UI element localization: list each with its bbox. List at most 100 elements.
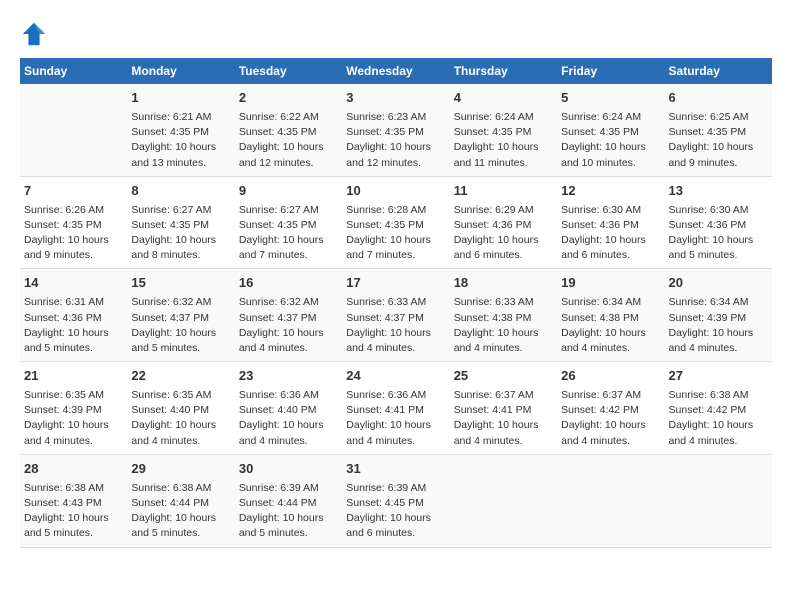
calendar-day-cell: 12 Sunrise: 6:30 AM Sunset: 4:36 PM Dayli… — [557, 176, 664, 269]
calendar-day-cell: 25Sunrise: 6:37 AM Sunset: 4:41 PM Dayli… — [450, 362, 557, 455]
calendar-day-cell: 22 Sunrise: 6:35 AM Sunset: 4:40 PM Dayli… — [127, 362, 234, 455]
weekday-header: Saturday — [665, 58, 772, 84]
day-number: 24 — [346, 367, 445, 386]
calendar-day-cell: 14Sunrise: 6:31 AM Sunset: 4:36 PM Dayli… — [20, 269, 127, 362]
day-info: Sunrise: 6:25 AM Sunset: 4:35 PM Dayligh… — [669, 110, 768, 171]
day-number: 16 — [239, 274, 338, 293]
weekday-header: Thursday — [450, 58, 557, 84]
day-info: Sunrise: 6:32 AM Sunset: 4:37 PM Dayligh… — [131, 295, 230, 356]
day-number: 25 — [454, 367, 553, 386]
calendar-day-cell: 29Sunrise: 6:38 AM Sunset: 4:44 PM Dayli… — [127, 454, 234, 547]
weekday-header: Wednesday — [342, 58, 449, 84]
day-info: Sunrise: 6:33 AM Sunset: 4:37 PM Dayligh… — [346, 295, 445, 356]
calendar-day-cell: 18 Sunrise: 6:33 AM Sunset: 4:38 PM Dayli… — [450, 269, 557, 362]
day-info: Sunrise: 6:39 AM Sunset: 4:44 PM Dayligh… — [239, 481, 338, 542]
calendar-day-cell: 4 Sunrise: 6:24 AM Sunset: 4:35 PM Daylig… — [450, 84, 557, 176]
day-info: Sunrise: 6:28 AM Sunset: 4:35 PM Dayligh… — [346, 203, 445, 264]
calendar-day-cell: 16 Sunrise: 6:32 AM Sunset: 4:37 PM Dayli… — [235, 269, 342, 362]
calendar-day-cell: 19Sunrise: 6:34 AM Sunset: 4:38 PM Dayli… — [557, 269, 664, 362]
weekday-header: Monday — [127, 58, 234, 84]
calendar-day-cell: 10 Sunrise: 6:28 AM Sunset: 4:35 PM Dayli… — [342, 176, 449, 269]
day-info: Sunrise: 6:23 AM Sunset: 4:35 PM Dayligh… — [346, 110, 445, 171]
day-number: 9 — [239, 182, 338, 201]
day-number: 20 — [669, 274, 768, 293]
calendar-day-cell: 7Sunrise: 6:26 AM Sunset: 4:35 PM Daylig… — [20, 176, 127, 269]
day-number: 27 — [669, 367, 768, 386]
day-number: 12 — [561, 182, 660, 201]
day-number: 19 — [561, 274, 660, 293]
day-info: Sunrise: 6:35 AM Sunset: 4:40 PM Dayligh… — [131, 388, 230, 449]
calendar-week-row: 28 Sunrise: 6:38 AM Sunset: 4:43 PM Dayli… — [20, 454, 772, 547]
calendar-week-row: 1 Sunrise: 6:21 AM Sunset: 4:35 PM Daylig… — [20, 84, 772, 176]
day-info: Sunrise: 6:24 AM Sunset: 4:35 PM Dayligh… — [454, 110, 553, 171]
calendar-day-cell: 5 Sunrise: 6:24 AM Sunset: 4:35 PM Daylig… — [557, 84, 664, 176]
day-number: 10 — [346, 182, 445, 201]
day-info: Sunrise: 6:32 AM Sunset: 4:37 PM Dayligh… — [239, 295, 338, 356]
day-info: Sunrise: 6:38 AM Sunset: 4:43 PM Dayligh… — [24, 481, 123, 542]
day-info: Sunrise: 6:37 AM Sunset: 4:42 PM Dayligh… — [561, 388, 660, 449]
day-info: Sunrise: 6:27 AM Sunset: 4:35 PM Dayligh… — [239, 203, 338, 264]
day-number: 1 — [131, 89, 230, 108]
calendar-day-cell: 15 Sunrise: 6:32 AM Sunset: 4:37 PM Dayli… — [127, 269, 234, 362]
day-info: Sunrise: 6:35 AM Sunset: 4:39 PM Dayligh… — [24, 388, 123, 449]
calendar-week-row: 7Sunrise: 6:26 AM Sunset: 4:35 PM Daylig… — [20, 176, 772, 269]
calendar-day-cell — [450, 454, 557, 547]
day-info: Sunrise: 6:33 AM Sunset: 4:38 PM Dayligh… — [454, 295, 553, 356]
calendar-day-cell: 20 Sunrise: 6:34 AM Sunset: 4:39 PM Dayli… — [665, 269, 772, 362]
logo-icon — [20, 20, 48, 48]
calendar-day-cell: 21 Sunrise: 6:35 AM Sunset: 4:39 PM Dayli… — [20, 362, 127, 455]
day-number: 6 — [669, 89, 768, 108]
calendar-day-cell: 26 Sunrise: 6:37 AM Sunset: 4:42 PM Dayli… — [557, 362, 664, 455]
day-info: Sunrise: 6:31 AM Sunset: 4:36 PM Dayligh… — [24, 295, 123, 356]
weekday-header: Tuesday — [235, 58, 342, 84]
day-number: 28 — [24, 460, 123, 479]
calendar-week-row: 14Sunrise: 6:31 AM Sunset: 4:36 PM Dayli… — [20, 269, 772, 362]
day-info: Sunrise: 6:38 AM Sunset: 4:42 PM Dayligh… — [669, 388, 768, 449]
calendar-day-cell: 30 Sunrise: 6:39 AM Sunset: 4:44 PM Dayli… — [235, 454, 342, 547]
calendar-day-cell: 31 Sunrise: 6:39 AM Sunset: 4:45 PM Dayli… — [342, 454, 449, 547]
calendar-day-cell: 23 Sunrise: 6:36 AM Sunset: 4:40 PM Dayli… — [235, 362, 342, 455]
day-info: Sunrise: 6:21 AM Sunset: 4:35 PM Dayligh… — [131, 110, 230, 171]
day-number: 15 — [131, 274, 230, 293]
day-info: Sunrise: 6:29 AM Sunset: 4:36 PM Dayligh… — [454, 203, 553, 264]
calendar-day-cell — [20, 84, 127, 176]
day-info: Sunrise: 6:30 AM Sunset: 4:36 PM Dayligh… — [669, 203, 768, 264]
weekday-header: Sunday — [20, 58, 127, 84]
day-number: 8 — [131, 182, 230, 201]
calendar-day-cell: 2 Sunrise: 6:22 AM Sunset: 4:35 PM Daylig… — [235, 84, 342, 176]
weekday-header: Friday — [557, 58, 664, 84]
day-info: Sunrise: 6:34 AM Sunset: 4:39 PM Dayligh… — [669, 295, 768, 356]
day-number: 18 — [454, 274, 553, 293]
day-number: 31 — [346, 460, 445, 479]
day-number: 23 — [239, 367, 338, 386]
day-number: 5 — [561, 89, 660, 108]
calendar-day-cell — [665, 454, 772, 547]
calendar-table: SundayMondayTuesdayWednesdayThursdayFrid… — [20, 58, 772, 548]
day-number: 21 — [24, 367, 123, 386]
calendar-day-cell: 6 Sunrise: 6:25 AM Sunset: 4:35 PM Daylig… — [665, 84, 772, 176]
day-info: Sunrise: 6:36 AM Sunset: 4:40 PM Dayligh… — [239, 388, 338, 449]
logo — [20, 20, 50, 48]
day-info: Sunrise: 6:39 AM Sunset: 4:45 PM Dayligh… — [346, 481, 445, 542]
calendar-body: 1 Sunrise: 6:21 AM Sunset: 4:35 PM Daylig… — [20, 84, 772, 547]
calendar-day-cell: 17 Sunrise: 6:33 AM Sunset: 4:37 PM Dayli… — [342, 269, 449, 362]
day-info: Sunrise: 6:24 AM Sunset: 4:35 PM Dayligh… — [561, 110, 660, 171]
day-info: Sunrise: 6:22 AM Sunset: 4:35 PM Dayligh… — [239, 110, 338, 171]
day-number: 29 — [131, 460, 230, 479]
calendar-day-cell: 13 Sunrise: 6:30 AM Sunset: 4:36 PM Dayli… — [665, 176, 772, 269]
day-number: 17 — [346, 274, 445, 293]
day-number: 30 — [239, 460, 338, 479]
day-number: 22 — [131, 367, 230, 386]
day-info: Sunrise: 6:30 AM Sunset: 4:36 PM Dayligh… — [561, 203, 660, 264]
day-info: Sunrise: 6:36 AM Sunset: 4:41 PM Dayligh… — [346, 388, 445, 449]
day-number: 3 — [346, 89, 445, 108]
calendar-day-cell: 28 Sunrise: 6:38 AM Sunset: 4:43 PM Dayli… — [20, 454, 127, 547]
calendar-day-cell: 9 Sunrise: 6:27 AM Sunset: 4:35 PM Daylig… — [235, 176, 342, 269]
day-number: 7 — [24, 182, 123, 201]
day-number: 4 — [454, 89, 553, 108]
day-number: 13 — [669, 182, 768, 201]
day-number: 26 — [561, 367, 660, 386]
calendar-day-cell — [557, 454, 664, 547]
day-number: 2 — [239, 89, 338, 108]
day-info: Sunrise: 6:27 AM Sunset: 4:35 PM Dayligh… — [131, 203, 230, 264]
